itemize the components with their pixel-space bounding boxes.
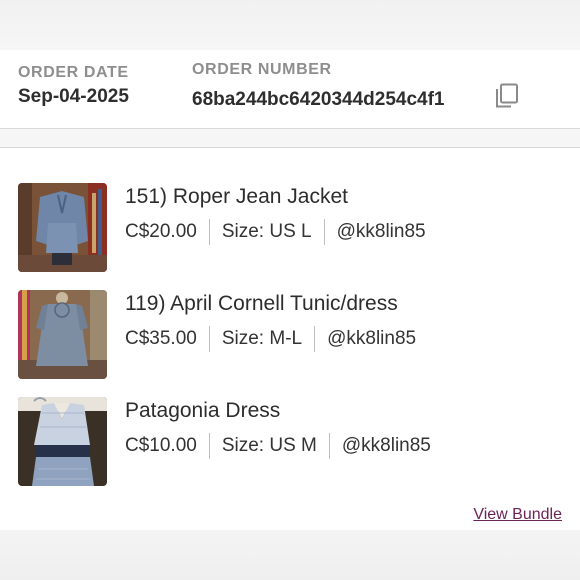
item-size: Size: US L: [221, 221, 312, 242]
item-price: C$20.00: [125, 221, 197, 242]
meta-divider: [208, 219, 210, 245]
item-size: Size: M-L: [221, 328, 303, 349]
meta-divider: [208, 326, 210, 352]
item-seller[interactable]: @kk8lin85: [337, 221, 426, 243]
order-date-value: Sep-04-2025: [18, 86, 129, 107]
item-price: C$10.00: [125, 435, 197, 456]
section-divider: [0, 129, 580, 148]
item-meta: C$35.00 Size: M-L @kk8lin85: [125, 326, 416, 352]
item-seller[interactable]: @kk8lin85: [342, 435, 431, 457]
meta-divider: [208, 433, 210, 459]
order-date-label: ORDER DATE: [18, 64, 129, 81]
item-title: Patagonia Dress: [125, 399, 281, 422]
meta-divider: [323, 219, 325, 245]
item-price: C$35.00: [125, 328, 197, 349]
copy-icon[interactable]: [494, 83, 520, 109]
tunic-dress-photo: [18, 290, 107, 379]
list-item[interactable]: 151) Roper Jean Jacket C$20.00 Size: US …: [18, 183, 563, 273]
item-meta: C$10.00 Size: US M @kk8lin85: [125, 433, 431, 459]
order-number-value: 68ba244bc6420344d254c4f1: [192, 89, 445, 110]
item-title: 119) April Cornell Tunic/dress: [125, 292, 398, 315]
bottom-backdrop: [0, 530, 580, 580]
order-number-label: ORDER NUMBER: [192, 61, 332, 78]
item-meta: C$20.00 Size: US L @kk8lin85: [125, 219, 426, 245]
order-header: ORDER DATE Sep-04-2025 ORDER NUMBER 68ba…: [0, 50, 580, 129]
top-backdrop: [0, 0, 580, 50]
item-seller[interactable]: @kk8lin85: [327, 328, 416, 350]
list-item[interactable]: Patagonia Dress C$10.00 Size: US M @kk8l…: [18, 397, 563, 487]
patagonia-dress-photo: [18, 397, 107, 486]
item-title: 151) Roper Jean Jacket: [125, 185, 348, 208]
list-item[interactable]: 119) April Cornell Tunic/dress C$35.00 S…: [18, 290, 563, 380]
item-size: Size: US M: [221, 435, 317, 456]
view-bundle-link[interactable]: View Bundle: [473, 506, 562, 524]
denim-jacket-photo: [18, 183, 107, 272]
meta-divider: [314, 326, 316, 352]
meta-divider: [328, 433, 330, 459]
